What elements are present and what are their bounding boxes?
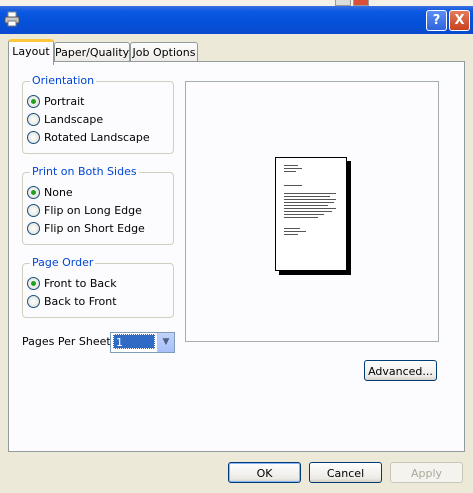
radio-label: Back to Front (44, 294, 117, 308)
radio-unchecked-icon (27, 130, 40, 144)
cancel-button[interactable]: Cancel (309, 462, 382, 483)
printer-icon (4, 11, 20, 27)
help-button[interactable]: ? (426, 10, 447, 31)
radio-label: Landscape (44, 112, 104, 126)
radio-checked-icon (27, 276, 40, 290)
pages-per-sheet-value: 1 (113, 334, 155, 349)
radio-checked-icon (27, 94, 40, 108)
chevron-down-icon[interactable]: ▼ (157, 333, 174, 352)
radio-front-to-back[interactable]: Front to Back (27, 275, 117, 291)
radio-checked-icon (27, 185, 40, 199)
pages-per-sheet-label: Pages Per Sheet: (22, 335, 115, 348)
radio-rotated-landscape[interactable]: Rotated Landscape (27, 129, 150, 145)
radio-none[interactable]: None (27, 184, 73, 200)
orientation-legend: Orientation (30, 74, 97, 87)
tab-layout[interactable]: Layout (8, 39, 54, 65)
advanced-button[interactable]: Advanced... (364, 360, 437, 381)
print-both-sides-group: Print on Both Sides None Flip on Long Ed… (22, 165, 174, 245)
dialog-title-bar: ? X (0, 6, 473, 34)
page-preview (185, 81, 439, 342)
radio-label: Rotated Landscape (44, 130, 150, 144)
radio-unchecked-icon (27, 112, 40, 126)
radio-label: Front to Back (44, 276, 117, 290)
radio-unchecked-icon (27, 203, 40, 217)
orientation-group: Orientation Portrait Landscape Rotated L… (22, 74, 174, 154)
layout-tab-panel: Orientation Portrait Landscape Rotated L… (8, 61, 465, 452)
radio-unchecked-icon (27, 221, 40, 235)
radio-flip-short-edge[interactable]: Flip on Short Edge (27, 220, 145, 236)
radio-back-to-front[interactable]: Back to Front (27, 293, 117, 309)
radio-label: Flip on Short Edge (44, 221, 145, 235)
radio-flip-long-edge[interactable]: Flip on Long Edge (27, 202, 142, 218)
radio-landscape[interactable]: Landscape (27, 111, 103, 127)
radio-label: Flip on Long Edge (44, 203, 142, 217)
radio-portrait[interactable]: Portrait (27, 93, 84, 109)
print-both-sides-legend: Print on Both Sides (30, 165, 139, 178)
tab-paper-quality[interactable]: Paper/Quality (54, 42, 130, 62)
pages-per-sheet-select[interactable]: 1 ▼ (110, 332, 175, 353)
ok-button[interactable]: OK (228, 462, 301, 483)
tab-job-options[interactable]: Job Options (130, 42, 198, 62)
page-order-group: Page Order Front to Back Back to Front (22, 256, 174, 318)
radio-label: Portrait (44, 94, 85, 108)
radio-unchecked-icon (27, 294, 40, 308)
close-button[interactable]: X (449, 10, 470, 31)
apply-button[interactable]: Apply (390, 462, 463, 483)
page-order-legend: Page Order (30, 256, 96, 269)
paper-portrait-icon (275, 157, 347, 271)
radio-label: None (44, 185, 73, 199)
